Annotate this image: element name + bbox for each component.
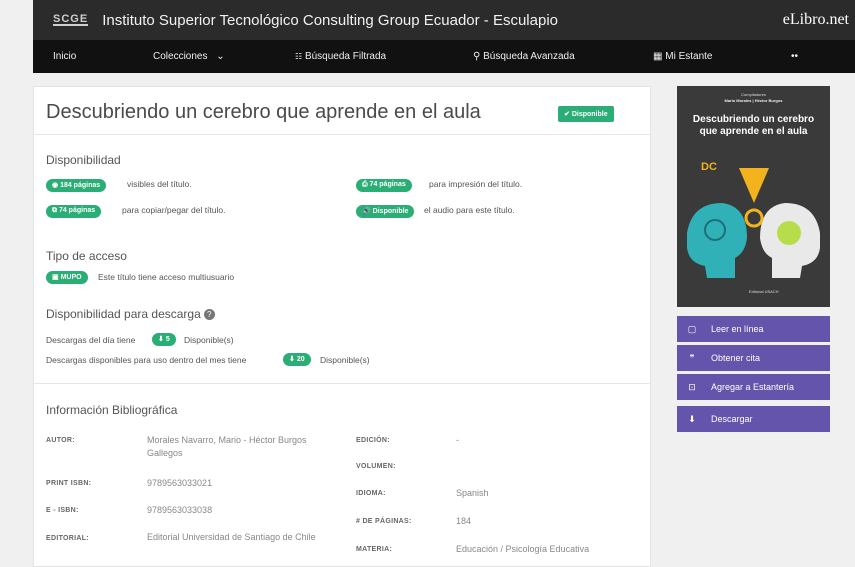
search-icon: ⚲ xyxy=(473,51,481,62)
add-to-shelf-button[interactable]: ⊡ Agregar a Estantería xyxy=(677,374,830,400)
nav-busqueda-filtrada-label: Búsqueda Filtrada xyxy=(304,51,387,62)
downloads-day-badge: ⬇ 5 xyxy=(152,333,176,346)
section-descarga-label: Disponibilidad para descarga xyxy=(46,307,201,321)
visible-pages-badge: ◉ 184 páginas xyxy=(46,179,107,192)
downloads-day-text: Descargas del día tiene xyxy=(46,335,136,345)
print-pages-badge: ⎙ 74 páginas xyxy=(356,179,412,192)
downloads-month-text: Descargas disponibles para uso dentro de… xyxy=(46,355,247,365)
copy-pages-text: para copiar/pegar del título. xyxy=(122,205,226,215)
editorial-value: Editorial Universidad de Santiago de Chi… xyxy=(147,532,316,542)
main-nav: Inicio Colecciones ⌄ ☷ Búsqueda Filtrada… xyxy=(33,40,855,73)
downloads-month-suffix: Disponible(s) xyxy=(320,355,370,365)
shelf-icon: ▦ xyxy=(653,51,663,62)
nav-busqueda-filtrada[interactable]: ☷ Búsqueda Filtrada xyxy=(295,51,386,62)
nav-busqueda-avanzada-label: Búsqueda Avanzada xyxy=(483,51,575,62)
edicion-value: - xyxy=(456,435,459,445)
copy-pages-badge: ⧉ 74 páginas xyxy=(46,205,102,218)
svg-text:DC: DC xyxy=(701,161,717,173)
read-online-button[interactable]: ▢ Leer en línea xyxy=(677,316,830,342)
nav-more[interactable]: •• xyxy=(791,51,798,62)
downloads-month-badge: ⬇ 20 xyxy=(283,353,311,366)
downloads-month-value: 20 xyxy=(296,356,305,363)
paginas-value: 184 xyxy=(456,516,472,526)
get-citation-label: Obtener cita xyxy=(711,353,761,363)
quote-icon: ❞ xyxy=(689,352,695,363)
nav-colecciones-label: Colecciones xyxy=(153,51,208,62)
cover-title: Descubriendo un cerebro que aprende en e… xyxy=(692,114,815,137)
access-type-value: MUPO xyxy=(60,274,82,281)
autor-label: AUTOR: xyxy=(46,437,75,444)
idioma-value: Spanish xyxy=(456,488,489,498)
cover-publisher: Editorial USACH xyxy=(749,289,779,294)
divider xyxy=(34,383,650,384)
materia-value: Educación / Psicología Educativa xyxy=(456,544,590,554)
print-isbn-value: 9789563033021 xyxy=(147,478,213,488)
get-citation-button[interactable]: ❞ Obtener cita xyxy=(677,345,830,371)
materia-label: MATERIA: xyxy=(356,546,393,553)
download-button[interactable]: ⬇ Descargar xyxy=(677,406,830,432)
nav-busqueda-avanzada[interactable]: ⚲ Búsqueda Avanzada xyxy=(473,51,575,62)
book-title: Descubriendo un cerebro que aprende en e… xyxy=(46,101,481,123)
divider xyxy=(34,134,650,135)
institution-logo[interactable]: SCGE xyxy=(53,14,89,26)
cover-compiladores: Mario Morales | Héctor Burgos xyxy=(724,98,783,103)
download-icon: ⬇ xyxy=(688,413,696,424)
section-disponibilidad: Disponibilidad xyxy=(46,153,121,167)
top-bar: SCGE Instituto Superior Tecnológico Cons… xyxy=(33,0,855,40)
access-type-text: Este título tiene acceso multiusuario xyxy=(98,272,235,282)
print-isbn-label: PRINT ISBN: xyxy=(46,480,92,487)
section-tipo-acceso: Tipo de acceso xyxy=(46,249,127,263)
availability-badge: ✔ Disponible xyxy=(558,106,614,122)
availability-badge-label: Disponible xyxy=(571,111,608,118)
brand-logo[interactable]: eLibro.net xyxy=(783,11,849,29)
section-descarga: Disponibilidad para descarga? xyxy=(46,307,215,321)
filter-icon: ☷ xyxy=(295,52,303,61)
inbox-icon: ⊡ xyxy=(688,381,696,392)
download-label: Descargar xyxy=(711,414,753,424)
editorial-label: EDITORIAL: xyxy=(46,535,89,542)
cover-compiladores-label: Compiladores xyxy=(741,92,766,97)
section-biblio: Información Bibliográfica xyxy=(46,403,178,417)
audio-value: Disponible xyxy=(372,208,409,215)
copy-pages-value: 74 páginas xyxy=(58,207,96,214)
audio-text: el audio para este título. xyxy=(424,205,515,215)
downloads-day-value: 5 xyxy=(165,336,170,343)
audio-badge: 🔊 Disponible xyxy=(356,205,415,218)
visible-pages-text: visibles del título. xyxy=(127,179,192,189)
nav-colecciones[interactable]: Colecciones ⌄ xyxy=(153,51,225,62)
idioma-label: IDIOMA: xyxy=(356,490,386,497)
downloads-day-suffix: Disponible(s) xyxy=(184,335,234,345)
print-pages-value: 74 páginas xyxy=(369,181,406,188)
edicion-label: EDICIÓN: xyxy=(356,437,390,444)
eisbn-label: E - ISBN: xyxy=(46,507,79,514)
book-cover[interactable]: Compiladores Mario Morales | Héctor Burg… xyxy=(677,86,830,307)
help-icon[interactable]: ? xyxy=(203,309,215,321)
nav-mi-estante[interactable]: ▦ Mi Estante xyxy=(653,51,712,62)
volumen-label: VOLUMEN: xyxy=(356,463,396,470)
print-pages-text: para impresión del título. xyxy=(429,179,523,189)
add-to-shelf-label: Agregar a Estantería xyxy=(711,382,795,392)
chevron-down-icon: ⌄ xyxy=(216,51,225,62)
book-icon: ▢ xyxy=(687,323,697,334)
visible-pages-value: 184 páginas xyxy=(60,182,101,189)
institution-name[interactable]: Instituto Superior Tecnológico Consultin… xyxy=(102,12,558,29)
read-online-label: Leer en línea xyxy=(711,324,764,334)
book-detail-card: Descubriendo un cerebro que aprende en e… xyxy=(33,86,651,567)
autor-value: Morales Navarro, Mario - Héctor Burgos G… xyxy=(147,435,307,458)
nav-inicio[interactable]: Inicio xyxy=(53,51,76,62)
access-type-badge: ▣ MUPO xyxy=(46,271,88,284)
cover-illustration: DC xyxy=(687,161,820,278)
nav-mi-estante-label: Mi Estante xyxy=(665,51,713,62)
eisbn-value: 9789563033038 xyxy=(147,505,213,515)
paginas-label: # DE PÁGINAS: xyxy=(356,518,412,525)
